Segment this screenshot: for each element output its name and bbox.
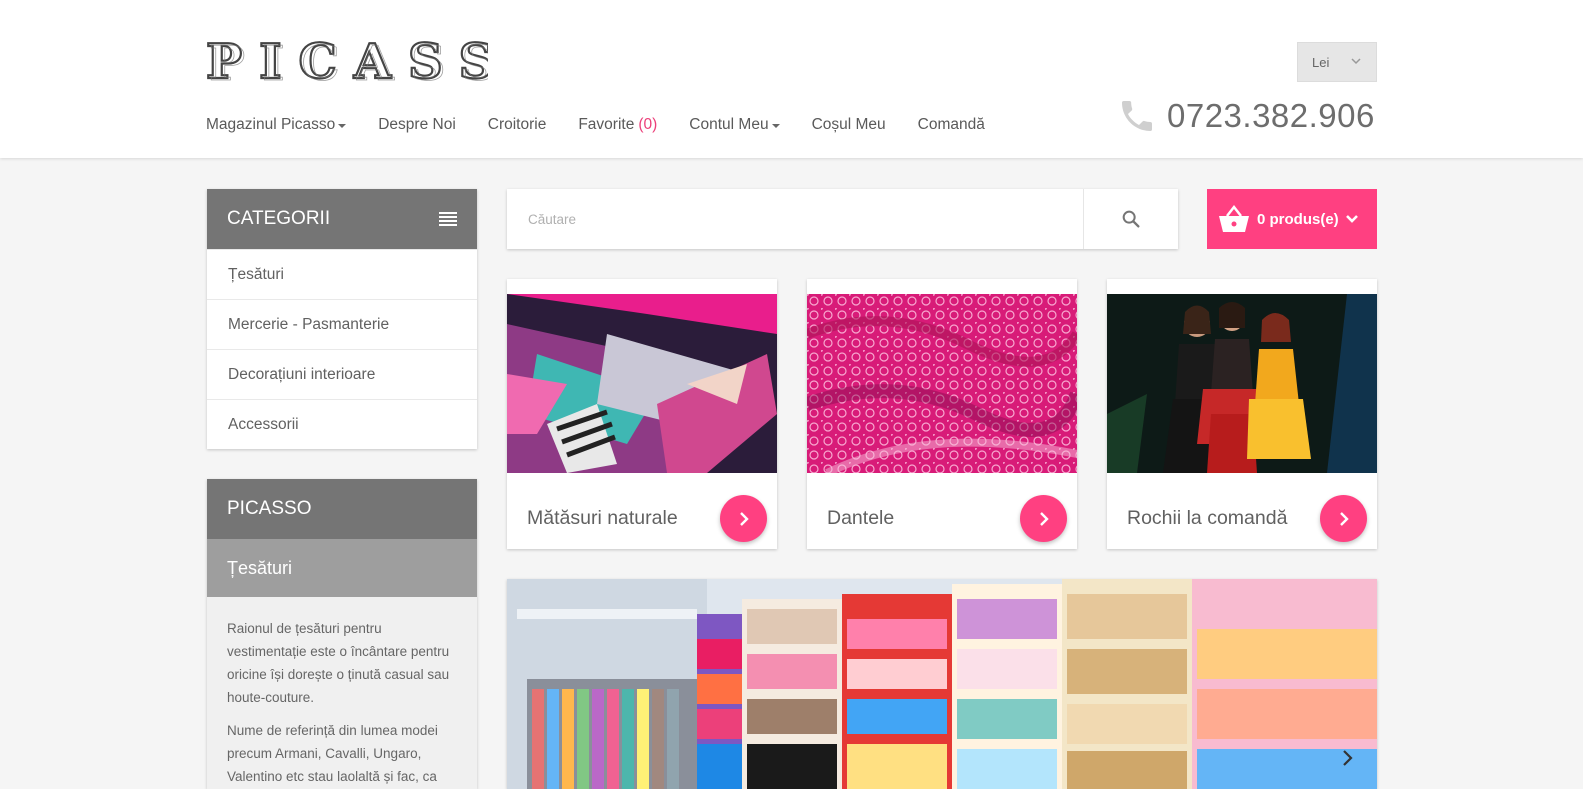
nav-item-magazinul-picasso[interactable]: Magazinul Picasso — [206, 116, 347, 134]
phone-icon — [1122, 101, 1152, 131]
search-button[interactable] — [1083, 189, 1178, 249]
cart-button[interactable]: 0 produs(e) — [1207, 189, 1377, 249]
nav-item-label: Comandă — [917, 116, 985, 133]
card-title: Rochii la comandă — [1127, 507, 1288, 529]
fabric-store-banner[interactable] — [507, 579, 1377, 789]
phone-number: 0723.382.906 — [1167, 97, 1375, 134]
cart-label: 0 produs(e) — [1257, 210, 1339, 228]
info-title: PICASSO — [207, 479, 477, 539]
fabric-rolls-store-image — [507, 579, 1377, 789]
category-card-matasuri[interactable]: Mătăsuri naturale — [507, 279, 777, 549]
nav-item-label: Contul Meu — [689, 116, 769, 133]
nav-item-contul-meu[interactable]: Contul Meu — [689, 116, 780, 134]
info-paragraph: Raionul de țesături pentru vestimentație… — [227, 621, 450, 705]
nav-item-croitorie[interactable]: Croitorie — [488, 116, 547, 134]
category-card-rochii[interactable]: Rochii la comandă — [1107, 279, 1377, 549]
svg-text:PICASSO: PICASSO — [209, 36, 488, 86]
arrow-right-icon — [1339, 511, 1349, 526]
category-label: Accessorii — [228, 415, 299, 433]
currency-value: Lei — [1312, 54, 1330, 70]
info-panel: PICASSO Țesături Raionul de țesături pen… — [207, 479, 477, 789]
category-tesaturi[interactable]: Țesături — [207, 249, 477, 299]
arrow-right-icon — [1039, 511, 1049, 526]
basket-icon — [1219, 204, 1249, 232]
caret-down-icon — [771, 124, 780, 128]
card-go-button[interactable] — [720, 495, 767, 542]
nav-item-cosul-meu[interactable]: Coșul Meu — [812, 116, 886, 134]
chevron-down-icon — [1345, 215, 1358, 223]
card-go-button[interactable] — [1020, 495, 1067, 542]
category-card-dantele[interactable]: Dantele — [807, 279, 1077, 549]
info-paragraph: Nume de referință din lumea modei precum… — [227, 723, 438, 784]
card-title: Dantele — [827, 507, 895, 529]
categories-header[interactable]: CATEGORII — [207, 189, 477, 249]
chevron-down-icon — [1351, 58, 1361, 65]
category-label: Țesături — [228, 265, 284, 283]
search-input[interactable] — [507, 189, 1083, 249]
printed-silk-fabric-image — [507, 294, 777, 473]
category-accessorii[interactable]: Accessorii — [207, 399, 477, 449]
currency-select[interactable]: Lei — [1297, 42, 1377, 82]
nav-item-label: Croitorie — [487, 116, 547, 133]
caret-down-icon — [338, 124, 347, 128]
categories-panel: CATEGORII Țesături Mercerie - Pasmanteri… — [207, 189, 477, 449]
nav-item-label: Coșul Meu — [811, 116, 886, 133]
nav-item-comanda[interactable]: Comandă — [918, 116, 985, 134]
three-women-in-dresses-image — [1107, 294, 1377, 473]
nav-item-label: Favorite — [578, 116, 635, 133]
categories-title: CATEGORII — [227, 208, 331, 229]
category-mercerie[interactable]: Mercerie - Pasmanterie — [207, 299, 477, 349]
main-nav: Magazinul Picasso Despre Noi Croitorie F… — [206, 116, 1017, 134]
slider-next-icon[interactable] — [1341, 749, 1355, 767]
category-label: Mercerie - Pasmanterie — [228, 315, 390, 333]
favorite-count: (0) — [638, 116, 658, 133]
search-icon — [1122, 210, 1140, 228]
site-header: PICASSO PICASSO Lei Magazinul Picasso De… — [0, 0, 1583, 158]
picasso-logo[interactable]: PICASSO PICASSO — [205, 33, 556, 93]
menu-list-icon — [439, 212, 457, 226]
arrow-right-icon — [739, 511, 749, 526]
search-bar — [507, 189, 1178, 249]
nav-item-label: Magazinul Picasso — [206, 116, 336, 133]
phone-contact[interactable]: 0723.382.906 — [1117, 96, 1375, 136]
category-label: Decorațiuni interioare — [228, 365, 376, 383]
nav-item-despre-noi[interactable]: Despre Noi — [378, 116, 456, 134]
info-body: Raionul de țesături pentru vestimentație… — [207, 597, 477, 789]
category-decoratiuni[interactable]: Decorațiuni interioare — [207, 349, 477, 399]
info-subtitle: Țesături — [207, 539, 477, 597]
card-go-button[interactable] — [1320, 495, 1367, 542]
nav-item-favorite[interactable]: Favorite (0) — [578, 116, 657, 134]
pink-lace-fabric-image — [807, 294, 1077, 473]
nav-item-label: Despre Noi — [378, 116, 456, 133]
card-title: Mătăsuri naturale — [527, 507, 678, 529]
